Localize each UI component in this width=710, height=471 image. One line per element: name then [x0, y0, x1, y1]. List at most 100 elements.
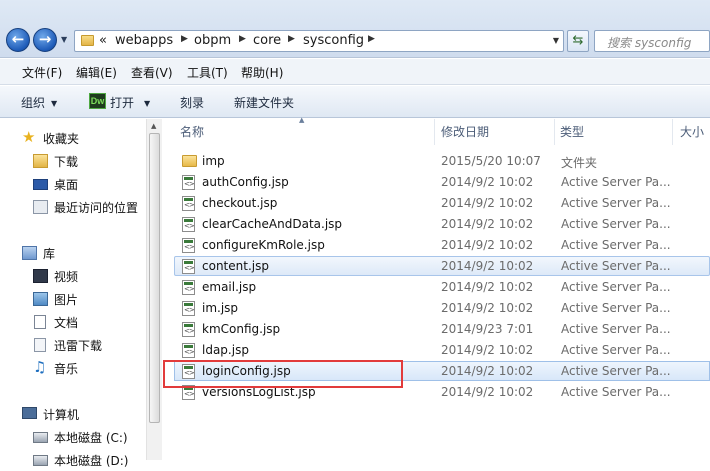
file-date: 2014/9/2 10:02 — [441, 175, 534, 189]
organize-label: 组织 — [21, 96, 46, 110]
scroll-thumb[interactable] — [149, 133, 160, 423]
nav-label: 库 — [43, 247, 56, 261]
nav-thunder[interactable]: 迅雷下载 — [0, 334, 146, 356]
file-date: 2014/9/2 10:02 — [441, 196, 534, 210]
menu-view[interactable]: 查看(V) — [131, 64, 173, 81]
menu-tools[interactable]: 工具(T) — [187, 64, 228, 81]
chevron-down-icon: ▼ — [144, 99, 151, 108]
nav-scrollbar[interactable]: ▲ — [146, 119, 162, 460]
nav-label: 收藏夹 — [43, 132, 80, 146]
file-row-selected[interactable]: loginConfig.jsp 2014/9/2 10:02 Active Se… — [174, 361, 710, 381]
jsp-file-icon — [182, 238, 195, 253]
file-date: 2014/9/2 10:02 — [441, 280, 534, 294]
new-folder-button[interactable]: 新建文件夹 — [234, 94, 294, 111]
chevron-down-icon: ▼ — [51, 99, 58, 108]
file-date: 2014/9/2 10:02 — [441, 217, 534, 231]
file-row[interactable]: checkout.jsp 2014/9/2 10:02 Active Serve… — [174, 193, 710, 213]
nav-label: 视频 — [54, 270, 79, 284]
file-row[interactable]: configureKmRole.jsp 2014/9/2 10:02 Activ… — [174, 235, 710, 255]
breadcrumb-separator-icon[interactable]: ▶ — [239, 34, 246, 44]
jsp-file-icon — [182, 301, 195, 316]
file-type: Active Server Pa... — [561, 385, 671, 399]
nav-local-c[interactable]: 本地磁盘 (C:) — [0, 426, 146, 448]
file-name: email.jsp — [202, 280, 257, 294]
dreamweaver-icon: Dw — [89, 93, 106, 109]
breadcrumb-overflow[interactable]: « — [99, 33, 107, 49]
nav-videos[interactable]: 视频 — [0, 265, 146, 287]
nav-music[interactable]: ♫ 音乐 — [0, 357, 146, 379]
file-row[interactable]: kmConfig.jsp 2014/9/23 7:01 Active Serve… — [174, 319, 710, 339]
open-button[interactable]: 打开 ▼ — [110, 94, 150, 111]
column-divider[interactable] — [554, 119, 555, 145]
videos-icon — [33, 269, 48, 283]
file-row[interactable]: authConfig.jsp 2014/9/2 10:02 Active Ser… — [174, 172, 710, 192]
search-input[interactable]: 搜索 sysconfig — [594, 30, 710, 52]
forward-arrow-icon: → — [38, 30, 52, 48]
nav-label: 最近访问的位置 — [54, 201, 139, 215]
file-date: 2014/9/2 10:02 — [441, 259, 534, 273]
nav-label: 本地磁盘 (C:) — [54, 431, 128, 445]
file-row-hover[interactable]: content.jsp 2014/9/2 10:02 Active Server… — [174, 256, 710, 276]
address-field[interactable]: « webapps ▶ obpm ▶ core ▶ sysconfig ▶ ▼ — [74, 30, 564, 52]
column-type[interactable]: 类型 — [560, 123, 584, 140]
file-type: Active Server Pa... — [561, 322, 671, 336]
menu-edit[interactable]: 编辑(E) — [76, 64, 117, 81]
nav-downloads[interactable]: 下载 — [0, 150, 146, 172]
address-dropdown-icon[interactable]: ▼ — [553, 36, 559, 45]
file-name: configureKmRole.jsp — [202, 238, 325, 252]
column-name[interactable]: 名称 — [180, 123, 204, 140]
file-name: content.jsp — [202, 259, 269, 273]
music-note-icon: ♫ — [33, 358, 47, 376]
forward-button[interactable]: → — [33, 28, 57, 52]
nav-recent[interactable]: 最近访问的位置 — [0, 196, 146, 218]
file-row[interactable]: ldap.jsp 2014/9/2 10:02 Active Server Pa… — [174, 340, 710, 360]
nav-favorites[interactable]: ★ 收藏夹 — [0, 127, 146, 149]
file-row[interactable]: email.jsp 2014/9/2 10:02 Active Server P… — [174, 277, 710, 297]
organize-button[interactable]: 组织 ▼ — [21, 94, 57, 111]
nav-libraries[interactable]: 库 — [0, 242, 146, 264]
file-type: Active Server Pa... — [561, 280, 671, 294]
breadcrumb-separator-icon[interactable]: ▶ — [288, 34, 295, 44]
breadcrumb-obpm[interactable]: obpm — [194, 33, 231, 49]
burn-button[interactable]: 刻录 — [180, 94, 204, 111]
file-date: 2014/9/23 7:01 — [441, 322, 534, 336]
open-label: 打开 — [110, 96, 135, 110]
column-divider[interactable] — [434, 119, 435, 145]
breadcrumb-webapps[interactable]: webapps — [115, 33, 173, 49]
file-row[interactable]: clearCacheAndData.jsp 2014/9/2 10:02 Act… — [174, 214, 710, 234]
nav-computer[interactable]: 计算机 — [0, 403, 146, 425]
navigation-pane: ★ 收藏夹 下载 桌面 最近访问的位置 库 视频 图片 文档 迅雷下载 ♫ 音乐… — [0, 119, 146, 468]
back-button[interactable]: ← — [6, 28, 30, 52]
file-list: ▲ 名称 修改日期 类型 大小 imp 2015/5/20 10:07 文件夹 … — [162, 116, 710, 460]
file-row[interactable]: imp 2015/5/20 10:07 文件夹 — [174, 151, 710, 171]
nav-pictures[interactable]: 图片 — [0, 288, 146, 310]
refresh-button[interactable]: ⇆ — [567, 30, 589, 52]
column-modified[interactable]: 修改日期 — [441, 123, 489, 140]
breadcrumb-separator-icon[interactable]: ▶ — [368, 34, 375, 44]
jsp-file-icon — [182, 343, 195, 358]
file-row[interactable]: im.jsp 2014/9/2 10:02 Active Server Pa..… — [174, 298, 710, 318]
file-name: kmConfig.jsp — [202, 322, 281, 336]
recent-pages-dropdown-icon[interactable]: ▼ — [61, 35, 67, 44]
scroll-up-icon[interactable]: ▲ — [151, 122, 156, 130]
file-date: 2015/5/20 10:07 — [441, 154, 541, 168]
breadcrumb-core[interactable]: core — [253, 33, 281, 49]
downloads-folder-icon — [33, 154, 48, 168]
menu-help[interactable]: 帮助(H) — [241, 64, 283, 81]
column-size[interactable]: 大小 — [680, 123, 704, 140]
jsp-file-icon — [182, 217, 195, 232]
nav-label: 迅雷下载 — [54, 339, 103, 353]
nav-desktop[interactable]: 桌面 — [0, 173, 146, 195]
nav-label: 图片 — [54, 293, 79, 307]
menu-file[interactable]: 文件(F) — [22, 64, 62, 81]
file-type: 文件夹 — [561, 156, 598, 170]
breadcrumb-separator-icon[interactable]: ▶ — [181, 34, 188, 44]
file-row[interactable]: versionsLogList.jsp 2014/9/2 10:02 Activ… — [174, 382, 710, 402]
file-date: 2014/9/2 10:02 — [441, 364, 534, 378]
column-divider[interactable] — [672, 119, 673, 145]
nav-local-d[interactable]: 本地磁盘 (D:) — [0, 449, 146, 471]
file-type: Active Server Pa... — [561, 175, 671, 189]
nav-documents[interactable]: 文档 — [0, 311, 146, 333]
file-type: Active Server Pa... — [561, 196, 671, 210]
breadcrumb-sysconfig[interactable]: sysconfig — [303, 33, 364, 49]
